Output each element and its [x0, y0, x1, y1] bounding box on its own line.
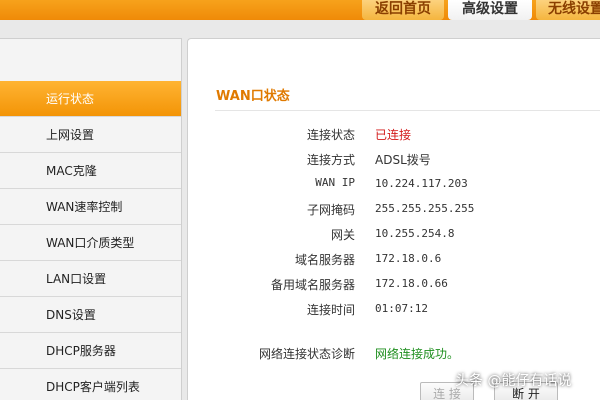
sidebar-item-dhcp-client-list[interactable]: DHCP客户端列表: [0, 369, 181, 400]
wan-ip-value: 10.224.117.203: [375, 177, 468, 190]
sidebar-item-mac-clone[interactable]: MAC克隆: [0, 153, 181, 189]
tab-home[interactable]: 返回首页: [362, 0, 444, 20]
sidebar: 运行状态 上网设置 MAC克隆 WAN速率控制 WAN口介质类型 LAN口设置 …: [0, 38, 182, 400]
connection-type-value: ADSL拨号: [375, 153, 431, 167]
subnet-mask-label: 子网掩码: [306, 203, 355, 217]
tab-advanced-settings[interactable]: 高级设置: [448, 0, 532, 20]
sidebar-item-dhcp-server[interactable]: DHCP服务器: [0, 333, 181, 369]
connection-status-label: 连接状态: [306, 128, 355, 142]
gateway-label: 网关: [330, 228, 355, 242]
dns-server-value: 172.18.0.6: [375, 252, 442, 265]
backup-dns-label: 备用域名服务器: [270, 278, 355, 292]
wan-ip-label: WAN IP: [315, 176, 355, 189]
sidebar-item-dns-setup[interactable]: DNS设置: [0, 297, 181, 333]
sidebar-item-wan-media-type[interactable]: WAN口介质类型: [0, 225, 181, 261]
connection-time-value: 01:07:12: [375, 302, 428, 315]
connection-time-label: 连接时间: [306, 303, 355, 317]
gateway-value: 10.255.254.8: [375, 227, 455, 240]
connection-type-label: 连接方式: [306, 153, 355, 167]
watermark: 头条 @能仔有话说: [455, 373, 572, 389]
sidebar-item-internet-setup[interactable]: 上网设置: [0, 117, 181, 153]
sidebar-item-lan-setup[interactable]: LAN口设置: [0, 261, 181, 297]
tab-wireless-settings[interactable]: 无线设置: [536, 0, 600, 20]
backup-dns-value: 172.18.0.66: [375, 277, 448, 290]
wan-status-panel: WAN口状态 连接状态 已连接 连接方式 ADSL拨号 WAN IP 10.22…: [187, 38, 600, 400]
diagnosis-label: 网络连接状态诊断: [258, 347, 355, 361]
sidebar-item-run-status[interactable]: 运行状态: [0, 81, 181, 117]
connection-status-value: 已连接: [375, 128, 412, 142]
section-title: WAN口状态: [216, 89, 290, 104]
dns-server-label: 域名服务器: [294, 253, 355, 267]
diagnosis-value: 网络连接成功。: [375, 347, 460, 361]
subnet-mask-value: 255.255.255.255: [375, 202, 475, 215]
section-divider: [215, 110, 600, 111]
sidebar-item-wan-rate-control[interactable]: WAN速率控制: [0, 189, 181, 225]
